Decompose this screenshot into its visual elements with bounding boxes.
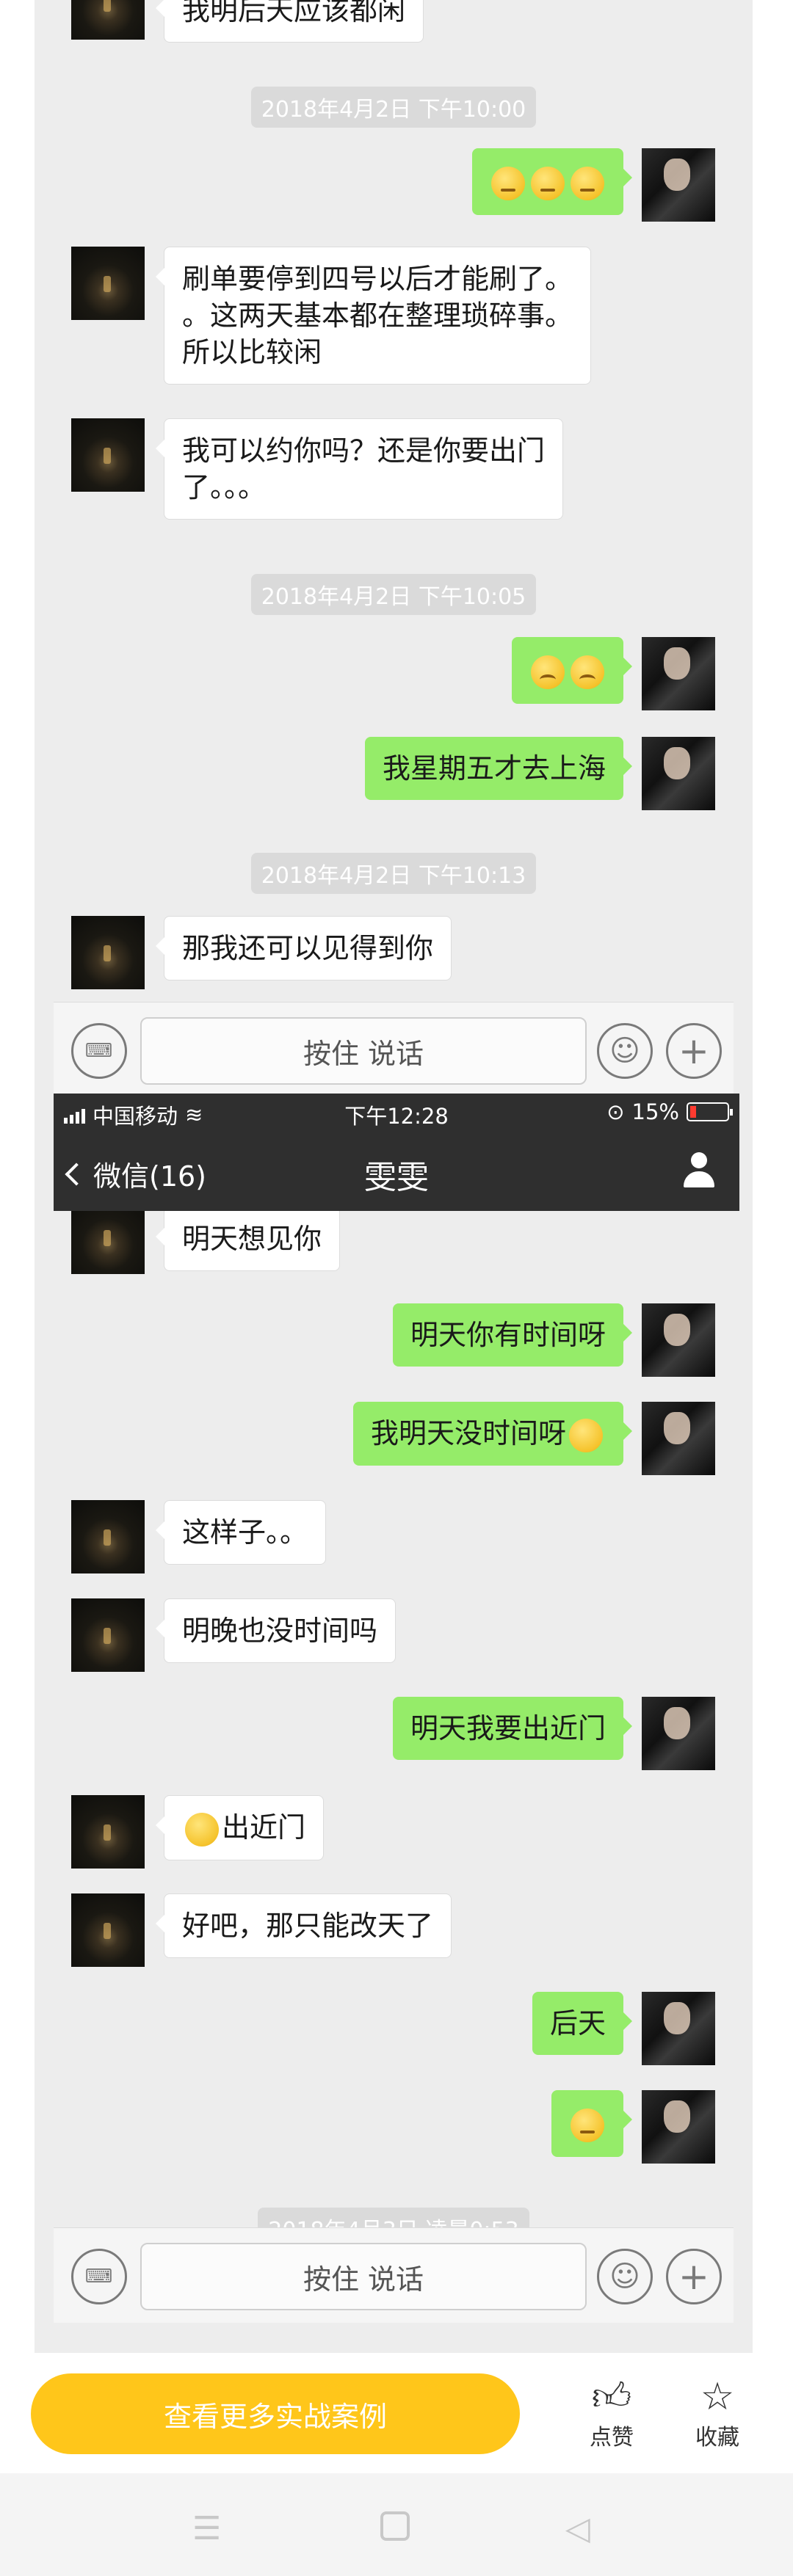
my-avatar[interactable] bbox=[642, 2090, 715, 2164]
chat-header: 微信(16) 雯雯 bbox=[54, 1132, 739, 1211]
contact-avatar[interactable] bbox=[71, 1500, 145, 1573]
contact-profile-icon[interactable] bbox=[681, 1152, 717, 1189]
battery-percent: 15% bbox=[631, 1099, 679, 1124]
hold-to-talk-button[interactable]: 按住 说话 bbox=[140, 2243, 587, 2310]
message-bubble-incoming[interactable]: 刷单要停到四号以后才能刷了。 。这两天基本都在整理琐碎事。 所以比较闲 bbox=[155, 247, 592, 385]
orientation-lock-icon: ⊙ bbox=[606, 1099, 625, 1124]
message-bubble-incoming[interactable]: 这样子。。 bbox=[155, 1500, 327, 1565]
keyboard-toggle-icon[interactable]: ⌨ bbox=[71, 1023, 127, 1079]
message-bubble-incoming[interactable]: 那我还可以见得到你 bbox=[155, 916, 452, 980]
contact-avatar[interactable] bbox=[71, 418, 145, 492]
my-avatar[interactable] bbox=[642, 737, 715, 810]
my-avatar[interactable] bbox=[642, 637, 715, 710]
message-bubble-outgoing[interactable] bbox=[472, 148, 632, 215]
thinking-face-icon bbox=[185, 1812, 219, 1847]
chat-title: 雯雯 bbox=[364, 1159, 429, 1196]
menu-icon[interactable]: ☰ bbox=[192, 2510, 221, 2547]
plus-icon[interactable]: + bbox=[666, 1023, 722, 1079]
star-icon: ☆ bbox=[700, 2375, 735, 2419]
message-bubble-incoming[interactable]: 明晚也没时间吗 bbox=[155, 1598, 396, 1663]
more-cases-button[interactable]: 查看更多实战案例 bbox=[31, 2373, 520, 2454]
timestamp: 2018年4月3日 凌晨0:53 bbox=[54, 2208, 734, 2227]
message-bubble-outgoing[interactable]: 后天 bbox=[532, 1992, 633, 2055]
contact-avatar[interactable] bbox=[71, 1211, 145, 1274]
pensive-face-icon bbox=[491, 166, 525, 200]
status-bar: 中国移动 ≋ 下午12:28 ⊙ 15% bbox=[54, 1094, 739, 1132]
emoji-icon[interactable]: ☺ bbox=[597, 2249, 653, 2304]
message-bubble-outgoing[interactable] bbox=[512, 637, 632, 704]
home-icon[interactable] bbox=[380, 2511, 410, 2541]
chat-area-top[interactable]: 我明后天应该都闲 2018年4月2日 下午10:00 刷单要停到四号以后才能刷了… bbox=[54, 0, 734, 1002]
message-bubble-outgoing[interactable]: 明天我要出近门 bbox=[392, 1697, 633, 1760]
pensive-face-icon bbox=[571, 2108, 604, 2142]
message-bubble-outgoing[interactable]: 我明天没时间呀 bbox=[352, 1402, 633, 1466]
message-bubble-incoming[interactable]: 我可以约你吗？还是你要出门 了。。。 bbox=[155, 418, 564, 520]
contact-avatar[interactable] bbox=[71, 247, 145, 320]
hold-to-talk-button[interactable]: 按住 说话 bbox=[140, 1017, 587, 1085]
frowning-face-icon bbox=[531, 655, 565, 689]
pensive-face-icon bbox=[571, 166, 604, 200]
message-bubble-outgoing[interactable]: 明天你有时间呀 bbox=[392, 1303, 633, 1367]
system-navigation-bar: ☰ ◁ bbox=[0, 2473, 793, 2576]
my-avatar[interactable] bbox=[642, 148, 715, 222]
battery-icon bbox=[687, 1102, 733, 1121]
pensive-face-icon bbox=[531, 166, 565, 200]
message-bubble-incoming[interactable]: 我明后天应该都闲 bbox=[155, 0, 424, 43]
timestamp: 2018年4月2日 下午10:00 bbox=[54, 87, 734, 128]
like-button[interactable]: 👍︎ 点赞 bbox=[575, 2375, 648, 2451]
frowning-face-icon bbox=[571, 655, 604, 689]
contact-avatar[interactable] bbox=[71, 1598, 145, 1672]
my-avatar[interactable] bbox=[642, 1697, 715, 1770]
back-triangle-icon[interactable]: ◁ bbox=[565, 2510, 590, 2547]
message-bubble-incoming[interactable]: 出近门 bbox=[155, 1795, 325, 1860]
message-bubble-incoming[interactable]: 好吧，那只能改天了 bbox=[155, 1893, 452, 1958]
message-bubble-outgoing[interactable] bbox=[551, 2090, 632, 2157]
timestamp: 2018年4月2日 下午10:05 bbox=[54, 574, 734, 615]
plus-icon[interactable]: + bbox=[666, 2249, 722, 2304]
contact-avatar[interactable] bbox=[71, 0, 145, 40]
keyboard-toggle-icon[interactable]: ⌨ bbox=[71, 2249, 127, 2304]
message-bubble-incoming[interactable]: 明天想见你 bbox=[155, 1211, 341, 1271]
thumbs-up-icon: 👍︎ bbox=[591, 2375, 632, 2419]
favorite-button[interactable]: ☆ 收藏 bbox=[681, 2375, 754, 2451]
my-avatar[interactable] bbox=[642, 1402, 715, 1475]
laughing-crying-face-icon bbox=[569, 1418, 603, 1452]
message-bubble-outgoing[interactable]: 我星期五才去上海 bbox=[364, 737, 633, 800]
contact-avatar[interactable] bbox=[71, 1795, 145, 1869]
my-avatar[interactable] bbox=[642, 1303, 715, 1377]
contact-avatar[interactable] bbox=[71, 1893, 145, 1967]
chat-area-bottom[interactable]: 明天想见你 明天你有时间呀 我明天没时间呀 这样子。。 明晚也没时间吗 明天我要… bbox=[54, 1211, 734, 2227]
contact-avatar[interactable] bbox=[71, 916, 145, 989]
my-avatar[interactable] bbox=[642, 1992, 715, 2065]
chat-input-bar: ⌨ 按住 说话 ☺ + bbox=[54, 1002, 734, 1097]
emoji-icon[interactable]: ☺ bbox=[597, 1023, 653, 1079]
chat-input-bar: ⌨ 按住 说话 ☺ + bbox=[54, 2227, 734, 2323]
article-action-bar: 查看更多实战案例 👍︎ 点赞 ☆ 收藏 bbox=[0, 2353, 793, 2473]
timestamp: 2018年4月2日 下午10:13 bbox=[54, 853, 734, 894]
